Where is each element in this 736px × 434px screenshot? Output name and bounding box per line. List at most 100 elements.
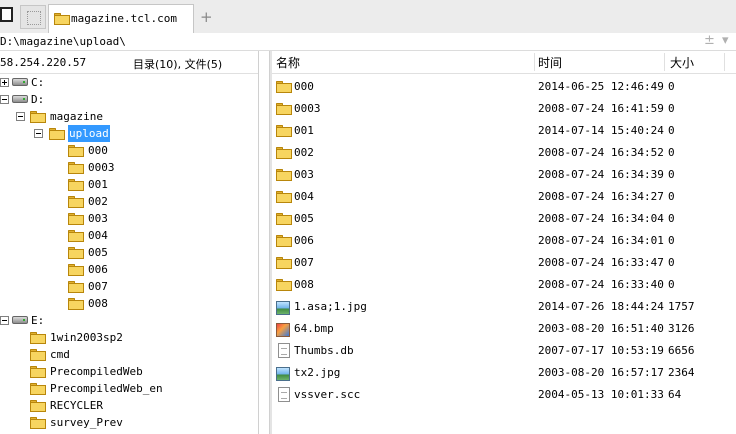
file-time: 2008-07-24 16:33:40 [538, 278, 664, 291]
folder-icon [68, 145, 84, 157]
tree-header: 58.254.220.57 目录(10), 文件(5) [0, 51, 258, 74]
file-name: 006 [294, 234, 314, 247]
generic-file-icon [278, 387, 290, 402]
path-input[interactable]: D:\magazine\upload\ [0, 35, 126, 48]
file-name: 003 [294, 168, 314, 181]
file-row[interactable]: 1.asa;1.jpg 2014-07-26 18:44:24 1757 [272, 296, 736, 318]
file-size: 0 [668, 234, 675, 247]
file-name: 004 [294, 190, 314, 203]
file-row[interactable]: tx2.jpg 2003-08-20 16:57:17 2364 [272, 362, 736, 384]
dir-file-count: 目录(10), 文件(5) [133, 58, 223, 71]
file-row[interactable]: 003 2008-07-24 16:34:39 0 [272, 164, 736, 186]
new-tab-button[interactable]: + [200, 8, 213, 26]
expand-icon[interactable] [0, 78, 9, 87]
column-size[interactable]: 大小 [670, 54, 694, 71]
file-size: 0 [668, 278, 675, 291]
column-name[interactable]: 名称 [276, 54, 300, 71]
file-row[interactable]: 008 2008-07-24 16:33:40 0 [272, 274, 736, 296]
file-row[interactable]: 007 2008-07-24 16:33:47 0 [272, 252, 736, 274]
file-time: 2014-07-14 15:40:24 [538, 124, 664, 137]
folder-icon [276, 81, 292, 93]
file-row[interactable]: 004 2008-07-24 16:34:27 0 [272, 186, 736, 208]
folder-icon [68, 298, 84, 310]
collapse-icon[interactable] [16, 112, 25, 121]
bitmap-file-icon [276, 323, 290, 337]
folder-icon [30, 417, 46, 429]
file-time: 2008-07-24 16:34:27 [538, 190, 664, 203]
file-name: tx2.jpg [294, 366, 341, 379]
folder-icon [276, 279, 292, 291]
tab-label: magazine.tcl.com [71, 12, 177, 25]
file-time: 2008-07-24 16:34:52 [538, 146, 664, 159]
file-name: Thumbs.db [294, 344, 354, 357]
file-time: 2003-08-20 16:51:40 [538, 322, 664, 335]
file-row[interactable]: 001 2014-07-14 15:40:24 0 [272, 120, 736, 142]
file-size: 0 [668, 190, 675, 203]
folder-icon [68, 230, 84, 242]
file-name: 007 [294, 256, 314, 269]
file-name: 64.bmp [294, 322, 334, 335]
file-time: 2008-07-24 16:41:59 [538, 102, 664, 115]
file-size: 2364 [668, 366, 695, 379]
file-name: 0003 [294, 102, 321, 115]
folder-icon [276, 103, 292, 115]
file-size: 0 [668, 212, 675, 225]
folder-icon [30, 400, 46, 412]
file-size: 0 [668, 146, 675, 159]
bookmark-icon[interactable]: ± [704, 33, 715, 48]
file-row[interactable]: 002 2008-07-24 16:34:52 0 [272, 142, 736, 164]
file-name: 002 [294, 146, 314, 159]
window-icon[interactable] [0, 7, 13, 22]
drive-icon [12, 95, 28, 103]
file-time: 2008-07-24 16:34:04 [538, 212, 664, 225]
file-name: 1.asa;1.jpg [294, 300, 367, 313]
file-time: 2008-07-24 16:34:01 [538, 234, 664, 247]
folder-icon [30, 332, 46, 344]
folder-icon [68, 264, 84, 276]
document-file-icon [278, 343, 290, 358]
file-size: 0 [668, 102, 675, 115]
folder-icon [276, 213, 292, 225]
tree-scrollbar[interactable] [258, 51, 270, 434]
dropdown-arrow-icon[interactable]: ▾ [722, 33, 729, 48]
file-time: 2003-08-20 16:57:17 [538, 366, 664, 379]
folder-icon [68, 196, 84, 208]
collapse-icon[interactable] [0, 95, 9, 104]
column-time[interactable]: 时间 [538, 54, 562, 71]
file-row[interactable]: Thumbs.db 2007-07-17 10:53:19 6656 [272, 340, 736, 362]
file-time: 2014-06-25 12:46:49 [538, 80, 664, 93]
collapse-icon[interactable] [34, 129, 43, 138]
drive-icon [12, 78, 28, 86]
file-time: 2007-07-17 10:53:19 [538, 344, 664, 357]
tab-magazine[interactable]: magazine.tcl.com [48, 4, 194, 33]
folder-icon [30, 383, 46, 395]
file-row[interactable]: vssver.scc 2004-05-13 10:01:33 64 [272, 384, 736, 406]
file-time: 2008-07-24 16:33:47 [538, 256, 664, 269]
file-size: 3126 [668, 322, 695, 335]
folder-icon [68, 281, 84, 293]
file-row[interactable]: 000 2014-06-25 12:46:49 0 [272, 76, 736, 98]
file-time: 2008-07-24 16:34:39 [538, 168, 664, 181]
file-size: 0 [668, 80, 675, 93]
folder-icon [68, 247, 84, 259]
file-row[interactable]: 005 2008-07-24 16:34:04 0 [272, 208, 736, 230]
drive-icon [12, 316, 28, 324]
folder-icon [30, 111, 46, 123]
file-size: 64 [668, 388, 682, 401]
file-size: 6656 [668, 344, 695, 357]
folder-icon [68, 162, 84, 174]
folder-icon [30, 366, 46, 378]
file-name: vssver.scc [294, 388, 361, 401]
file-name: 000 [294, 80, 314, 93]
blank-tab[interactable] [20, 5, 46, 29]
folder-icon [276, 235, 292, 247]
folder-icon [276, 191, 292, 203]
file-row[interactable]: 0003 2008-07-24 16:41:59 0 [272, 98, 736, 120]
file-size: 0 [668, 168, 675, 181]
collapse-icon[interactable] [0, 316, 9, 325]
folder-icon [276, 147, 292, 159]
file-row[interactable]: 64.bmp 2003-08-20 16:51:40 3126 [272, 318, 736, 340]
file-name: 005 [294, 212, 314, 225]
file-row[interactable]: 006 2008-07-24 16:34:01 0 [272, 230, 736, 252]
file-list-header: 名称 时间 大小 [272, 51, 736, 74]
